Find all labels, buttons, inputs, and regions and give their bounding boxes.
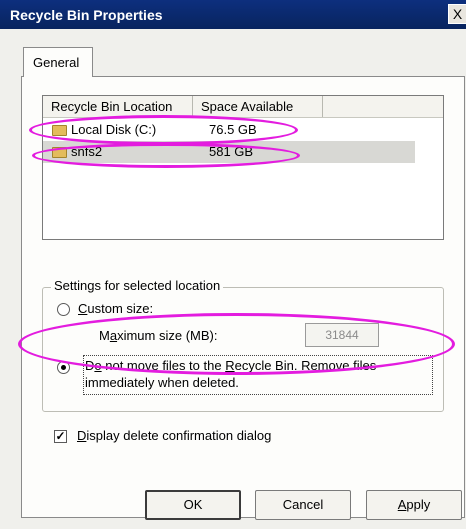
max-size-label: Maximum size (MB): bbox=[99, 328, 218, 343]
confirm-checkbox[interactable]: ✓ bbox=[54, 430, 67, 443]
tab-general[interactable]: General bbox=[23, 47, 93, 77]
location-name: Local Disk (C:) bbox=[71, 122, 157, 137]
location-name: snfs2 bbox=[71, 144, 103, 159]
list-item-local-disk[interactable]: Local Disk (C:) 76.5 GB bbox=[43, 119, 415, 141]
space-available: 76.5 GB bbox=[209, 122, 257, 137]
no-move-label[interactable]: Do not move files to the Recycle Bin. Re… bbox=[85, 358, 376, 373]
list-item-snfs2[interactable]: snfs2 581 GB bbox=[43, 141, 415, 163]
title-bar: Recycle Bin Properties X bbox=[0, 0, 466, 29]
no-move-radio[interactable] bbox=[57, 361, 70, 374]
settings-legend: Settings for selected location bbox=[51, 278, 224, 293]
no-move-label-line2[interactable]: immediately when deleted. bbox=[85, 375, 239, 390]
ok-button[interactable]: OK bbox=[145, 490, 241, 520]
drive-icon bbox=[52, 147, 67, 158]
window-title: Recycle Bin Properties bbox=[10, 7, 163, 23]
dialog-body: General Recycle Bin Location Space Avail… bbox=[0, 29, 466, 529]
confirm-label[interactable]: Display delete confirmation dialog bbox=[77, 428, 271, 443]
settings-group: Settings for selected location Custom si… bbox=[42, 278, 444, 412]
close-button[interactable]: X bbox=[448, 4, 466, 24]
cancel-button[interactable]: Cancel bbox=[255, 490, 351, 520]
recycle-bin-location-list[interactable]: Recycle Bin Location Space Available Loc… bbox=[42, 95, 444, 240]
apply-button[interactable]: Apply bbox=[366, 490, 462, 520]
column-header-location[interactable]: Recycle Bin Location bbox=[43, 96, 193, 117]
general-tab-panel: Recycle Bin Location Space Available Loc… bbox=[21, 76, 465, 518]
drive-icon bbox=[52, 125, 67, 136]
column-header-space[interactable]: Space Available bbox=[193, 96, 323, 117]
space-available: 581 GB bbox=[209, 144, 254, 159]
custom-size-label[interactable]: Custom size: bbox=[78, 301, 153, 316]
max-size-input[interactable]: 31844 bbox=[305, 323, 379, 347]
list-header: Recycle Bin Location Space Available bbox=[43, 96, 443, 118]
custom-size-radio[interactable] bbox=[57, 303, 70, 316]
